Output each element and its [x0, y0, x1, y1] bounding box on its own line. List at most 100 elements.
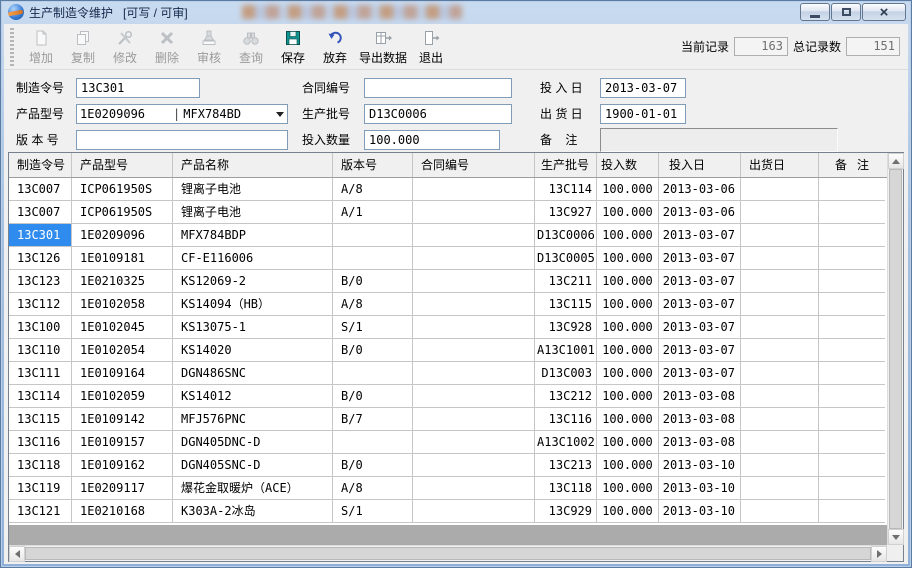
grid-cell[interactable]: ICP061950S	[72, 178, 173, 201]
grid-cell[interactable]	[819, 385, 885, 408]
grid-cell[interactable]: A/8	[333, 477, 413, 500]
grid-cell[interactable]: MFJ576PNC	[173, 408, 333, 431]
grid-cell[interactable]: 13C211	[535, 270, 597, 293]
grid-row[interactable]: 13C116 1E0109157 DGN405DNC-D A13C1002 10…	[9, 431, 887, 454]
scroll-up-button[interactable]	[888, 153, 904, 169]
col-header-model[interactable]: 产品型号	[72, 153, 173, 177]
close-button[interactable]: ×	[862, 3, 906, 21]
grid-cell[interactable]	[741, 247, 819, 270]
grid-cell[interactable]: 1E0102045	[72, 316, 173, 339]
grid-cell[interactable]: 2013-03-10	[659, 477, 741, 500]
vertical-scrollbar[interactable]	[887, 153, 903, 545]
toolbar-grip[interactable]	[10, 28, 14, 66]
grid-cell[interactable]: 1E0102054	[72, 339, 173, 362]
grid-cell[interactable]: 13C007	[9, 201, 72, 224]
add-button[interactable]: 增加	[20, 25, 62, 69]
grid-cell[interactable]: 100.000	[597, 454, 659, 477]
product-model-combo[interactable]: 1E0209096 | MFX784BD	[76, 104, 288, 124]
grid-cell[interactable]: DGN405DNC-D	[173, 431, 333, 454]
col-header-ship-date[interactable]: 出货日	[741, 153, 819, 177]
delete-button[interactable]: 删除	[146, 25, 188, 69]
input-date-input[interactable]	[600, 78, 686, 98]
grid-cell[interactable]	[333, 362, 413, 385]
grid-cell[interactable]	[413, 247, 535, 270]
grid-cell[interactable]: 1E0209096	[72, 224, 173, 247]
grid-cell[interactable]: 100.000	[597, 201, 659, 224]
grid-cell[interactable]: A/1	[333, 201, 413, 224]
grid-cell[interactable]	[413, 408, 535, 431]
grid-cell[interactable]: MFX784BDP	[173, 224, 333, 247]
grid-cell[interactable]: 13C119	[9, 477, 72, 500]
grid-cell[interactable]: A/8	[333, 293, 413, 316]
grid-cell[interactable]: 100.000	[597, 362, 659, 385]
grid-cell[interactable]	[741, 385, 819, 408]
grid-cell[interactable]: 2013-03-07	[659, 270, 741, 293]
grid-cell[interactable]: 13C110	[9, 339, 72, 362]
grid-cell[interactable]	[413, 339, 535, 362]
grid-cell[interactable]: 100.000	[597, 431, 659, 454]
grid-cell[interactable]: K303A-2冰岛	[173, 500, 333, 523]
grid-cell[interactable]: B/0	[333, 339, 413, 362]
grid-cell[interactable]: 2013-03-07	[659, 247, 741, 270]
grid-cell[interactable]: 2013-03-06	[659, 201, 741, 224]
grid-cell[interactable]: 2013-03-07	[659, 224, 741, 247]
grid-cell[interactable]	[333, 224, 413, 247]
grid-cell[interactable]: 13C301	[9, 224, 72, 247]
grid-cell[interactable]: 13C928	[535, 316, 597, 339]
grid-cell[interactable]: 锂离子电池	[173, 178, 333, 201]
grid-cell[interactable]: 1E0102058	[72, 293, 173, 316]
grid-cell[interactable]	[413, 385, 535, 408]
grid-cell[interactable]: 13C118	[9, 454, 72, 477]
grid-cell[interactable]: KS14094（HB）	[173, 293, 333, 316]
grid-cell[interactable]	[819, 201, 885, 224]
grid-cell[interactable]: 2013-03-07	[659, 293, 741, 316]
grid-row[interactable]: 13C119 1E0209117 爆花金取暖炉（ACE） A/8 13C118 …	[9, 477, 887, 500]
ship-date-input[interactable]	[600, 104, 686, 124]
grid-cell[interactable]	[413, 270, 535, 293]
grid-cell[interactable]: 100.000	[597, 247, 659, 270]
grid-cell[interactable]	[741, 316, 819, 339]
col-header-input-date[interactable]: 投入日	[659, 153, 741, 177]
grid-cell[interactable]: 2013-03-07	[659, 362, 741, 385]
grid-cell[interactable]: 100.000	[597, 293, 659, 316]
grid-cell[interactable]	[741, 201, 819, 224]
grid-row[interactable]: 13C123 1E0210325 KS12069-2 B/0 13C211 10…	[9, 270, 887, 293]
grid-cell[interactable]: 100.000	[597, 224, 659, 247]
col-header-name[interactable]: 产品名称	[173, 153, 333, 177]
grid-cell[interactable]	[819, 431, 885, 454]
grid-row[interactable]: 13C114 1E0102059 KS14012 B/0 13C212 100.…	[9, 385, 887, 408]
grid-row[interactable]: 13C007 ICP061950S 锂离子电池 A/8 13C114 100.0…	[9, 178, 887, 201]
grid-cell[interactable]: 2013-03-10	[659, 454, 741, 477]
grid-cell[interactable]	[333, 431, 413, 454]
exit-button[interactable]: 退出	[410, 25, 452, 69]
grid-cell[interactable]: 13C929	[535, 500, 597, 523]
grid-cell[interactable]	[819, 270, 885, 293]
abandon-button[interactable]: 放弃	[314, 25, 356, 69]
grid-cell[interactable]: 13C212	[535, 385, 597, 408]
grid-cell[interactable]	[741, 224, 819, 247]
grid-cell[interactable]: 100.000	[597, 270, 659, 293]
grid-row[interactable]: 13C100 1E0102045 KS13075-1 S/1 13C928 10…	[9, 316, 887, 339]
col-header-contract[interactable]: 合同编号	[413, 153, 535, 177]
grid-cell[interactable]	[819, 362, 885, 385]
grid-cell[interactable]: 2013-03-07	[659, 339, 741, 362]
grid-cell[interactable]: S/1	[333, 500, 413, 523]
grid-cell[interactable]: 1E0109142	[72, 408, 173, 431]
grid-cell[interactable]: 1E0102059	[72, 385, 173, 408]
grid-cell[interactable]	[413, 293, 535, 316]
grid-cell[interactable]: 13C111	[9, 362, 72, 385]
grid-cell[interactable]: 13C100	[9, 316, 72, 339]
grid-cell[interactable]	[741, 270, 819, 293]
grid-cell[interactable]: 1E0109164	[72, 362, 173, 385]
grid-cell[interactable]	[741, 408, 819, 431]
grid-row[interactable]: 13C007 ICP061950S 锂离子电池 A/1 13C927 100.0…	[9, 201, 887, 224]
vertical-scrollbar-thumb[interactable]	[889, 169, 902, 529]
col-header-remark[interactable]: 备 注	[819, 153, 885, 177]
grid-cell[interactable]: 13C118	[535, 477, 597, 500]
grid-row[interactable]: 13C111 1E0109164 DGN486SNC D13C003 100.0…	[9, 362, 887, 385]
maximize-button[interactable]	[831, 3, 861, 21]
grid-cell[interactable]	[741, 339, 819, 362]
grid-cell[interactable]: ICP061950S	[72, 201, 173, 224]
scroll-left-button[interactable]	[9, 546, 25, 562]
grid-cell[interactable]: 13C123	[9, 270, 72, 293]
